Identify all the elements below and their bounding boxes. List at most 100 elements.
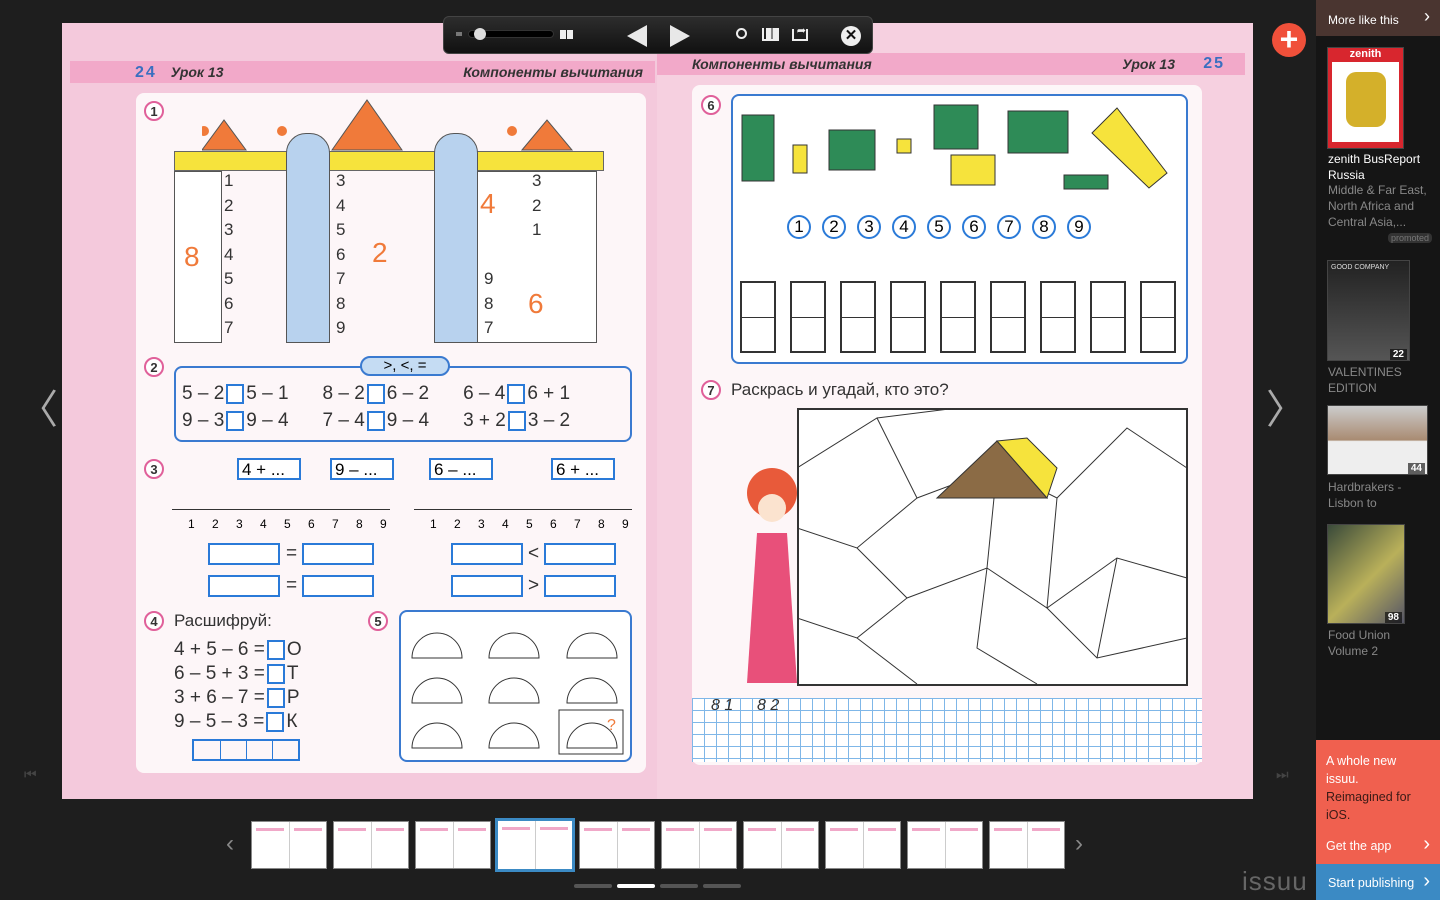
number-line: [172, 509, 390, 510]
exercise-number: 6: [701, 95, 721, 115]
get-the-app-link[interactable]: Get the app: [1326, 839, 1391, 853]
next-page-button[interactable]: [670, 25, 690, 47]
page-thumbnail[interactable]: [661, 821, 737, 869]
two-page-icon[interactable]: [560, 30, 573, 39]
tick-label: 7: [574, 517, 581, 531]
domino: [1090, 281, 1126, 353]
tetromino-shapes: [741, 104, 1168, 190]
answer-box[interactable]: [226, 410, 245, 431]
page-thumbnail[interactable]: [825, 821, 901, 869]
sign: =: [286, 575, 298, 596]
answer-field[interactable]: [302, 575, 374, 597]
page-number: 24: [135, 64, 157, 81]
number-circle: 4: [892, 215, 916, 239]
answer-word-boxes[interactable]: [192, 739, 300, 761]
exercise-number: 2: [144, 357, 164, 377]
page-thumbnail[interactable]: [251, 821, 327, 869]
page-thumbnail[interactable]: [989, 821, 1065, 869]
number-circle: 8: [1032, 215, 1056, 239]
issuu-logo[interactable]: issuu: [1242, 866, 1308, 897]
thumbnails-prev-arrow[interactable]: ‹: [226, 830, 234, 858]
dominoes: [740, 281, 1176, 353]
tick-label: 3: [236, 517, 243, 531]
answer-box[interactable]: [507, 383, 526, 404]
cover-food-union[interactable]: 98: [1327, 524, 1405, 624]
share-icon[interactable]: ➦: [792, 26, 808, 41]
domino: [790, 281, 826, 353]
item-title[interactable]: Food Union Volume 2: [1328, 627, 1428, 659]
number-circle: 7: [997, 215, 1021, 239]
previous-page-button[interactable]: [627, 25, 647, 47]
decode-list: 4 + 5 – 6 = О 6 – 5 + 3 = Т 3 + 6 – 7 = Р 9…: [174, 639, 302, 732]
close-icon[interactable]: ✕: [841, 26, 861, 46]
task-number: 6: [528, 288, 544, 319]
answer-field[interactable]: [208, 575, 280, 597]
answer-field[interactable]: [544, 575, 616, 597]
sign: >: [528, 575, 540, 596]
number-circle: 9: [1067, 215, 1091, 239]
answer-field[interactable]: [208, 543, 280, 565]
column-numbers: 321: [532, 171, 542, 239]
last-page-icon[interactable]: ⏭: [1276, 766, 1289, 783]
page-thumbnail[interactable]: [415, 821, 491, 869]
zoom-out-icon[interactable]: [456, 32, 462, 36]
comparison-signs: >, <, =: [360, 356, 450, 376]
thumbnail-page-dot[interactable]: [703, 884, 741, 888]
zoom-slider-handle[interactable]: [474, 28, 486, 40]
answer-field[interactable]: [302, 543, 374, 565]
item-title[interactable]: VALENTINES EDITION: [1328, 364, 1440, 396]
answer-field[interactable]: [451, 575, 523, 597]
chevron-right-icon: ›: [1424, 6, 1430, 26]
right-page: Компоненты вычитания Урок 13 25 6 123456…: [657, 23, 1253, 799]
item-title[interactable]: Hardbrakers - Lisbon to: [1328, 479, 1440, 511]
tick-label: 1: [188, 517, 195, 531]
number-circle: 2: [822, 215, 846, 239]
thumbnails-next-arrow[interactable]: ›: [1075, 830, 1083, 858]
number-circle: 1: [787, 215, 811, 239]
castle-tower: [286, 133, 330, 343]
first-page-icon[interactable]: ⏮: [24, 766, 37, 783]
page-thumbnail[interactable]: [333, 821, 409, 869]
tick-label: 2: [454, 517, 461, 531]
answer-box[interactable]: [366, 410, 385, 431]
exercise-number: 7: [701, 380, 721, 400]
previous-spread-arrow[interactable]: 〈: [18, 390, 58, 430]
pages-overview-icon[interactable]: [762, 28, 779, 41]
handwritten-number: 8 2: [757, 697, 780, 714]
cover-zenith[interactable]: zenith: [1327, 47, 1404, 149]
thumbnail-page-dot[interactable]: [617, 884, 655, 888]
thumbnail-page-dot[interactable]: [660, 884, 698, 888]
page-thumbnail[interactable]: [579, 821, 655, 869]
cover-hardbrakers[interactable]: 44: [1327, 405, 1428, 475]
next-spread-arrow[interactable]: 〉: [1266, 390, 1306, 430]
answer-box[interactable]: [226, 383, 245, 404]
exercise-number: 1: [144, 101, 164, 121]
exercise-title: Расшифруй:: [174, 611, 272, 630]
left-page: 24 Урок 13 Компоненты вычитания 1 8 2 4 …: [62, 23, 657, 799]
more-like-this-header[interactable]: More like this ›: [1316, 0, 1440, 36]
answer-box[interactable]: [507, 410, 526, 431]
start-publishing-button[interactable]: Start publishing ›: [1316, 864, 1440, 900]
answer-field[interactable]: [544, 543, 616, 565]
domino: [890, 281, 926, 353]
page-thumbnail[interactable]: [495, 818, 575, 872]
tick-label: 6: [308, 517, 315, 531]
cover-good-company[interactable]: GOOD COMPANY 22: [1327, 260, 1410, 361]
sign: <: [528, 543, 540, 564]
number-circles: 123456789: [787, 215, 1091, 239]
item-title[interactable]: zenith BusReport Russia: [1328, 151, 1438, 183]
tick-label: 5: [526, 517, 533, 531]
search-icon[interactable]: [736, 28, 747, 39]
page-header: Компоненты вычитания Урок 13 25: [657, 53, 1245, 75]
page-thumbnail[interactable]: [907, 821, 983, 869]
answer-box[interactable]: [366, 383, 385, 404]
tick-label: 4: [502, 517, 509, 531]
task-number: 4: [480, 188, 496, 219]
domino: [1040, 281, 1076, 353]
page-thumbnail[interactable]: [743, 821, 819, 869]
add-plus-button[interactable]: +: [1272, 23, 1306, 57]
ios-promo[interactable]: A whole new issuu. Reimagined for iOS. G…: [1316, 740, 1440, 864]
answer-field[interactable]: [451, 543, 523, 565]
thumbnail-page-dot[interactable]: [574, 884, 612, 888]
sidebar: More like this › zenith zenith BusReport…: [1316, 0, 1440, 740]
